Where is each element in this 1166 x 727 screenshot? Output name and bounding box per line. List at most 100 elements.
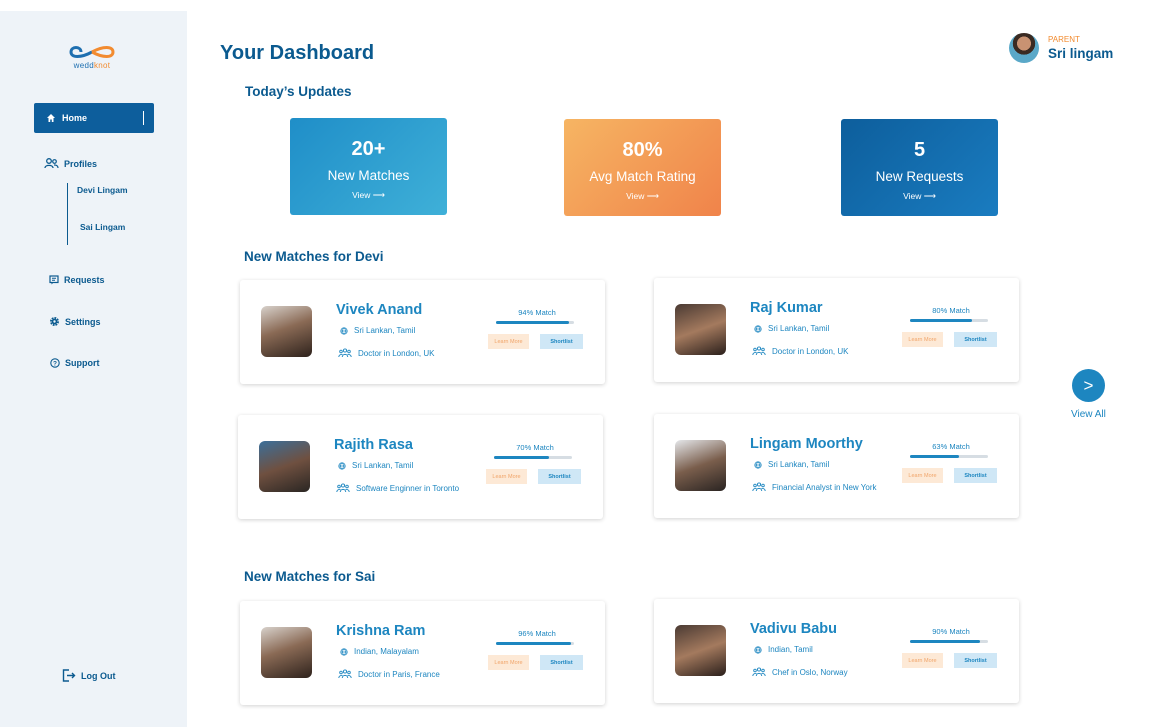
profile-photo[interactable] (675, 440, 726, 491)
svg-text:?: ? (53, 361, 57, 368)
match-job: Financial Analyst in New York (752, 482, 877, 492)
shortlist-button[interactable]: Shortlist (540, 334, 583, 349)
user-profile[interactable]: PARENT Sri lingam (1009, 33, 1113, 63)
match-job-text: Chef in Oslo, Norway (772, 667, 848, 677)
sidebar-item-profiles-label: Profiles (64, 158, 98, 169)
logout-icon (62, 669, 76, 682)
learn-more-button[interactable]: Learn More (486, 469, 527, 484)
learn-more-button[interactable]: Learn More (488, 655, 529, 670)
match-progress-track (496, 642, 574, 645)
match-progress-fill (910, 640, 981, 643)
arrow-right-icon: ⟶ (923, 191, 936, 201)
match-job-text: Doctor in London, UK (772, 346, 849, 356)
stat-view-label: View (626, 191, 645, 201)
team-icon (752, 482, 766, 492)
users-icon (44, 158, 59, 169)
profile-photo[interactable] (259, 441, 310, 492)
sidebar-subitem-devi-lingam[interactable]: Devi Lingam (77, 185, 128, 195)
profile-photo[interactable] (261, 306, 312, 357)
page-title: Your Dashboard (220, 42, 375, 64)
learn-more-button[interactable]: Learn More (902, 468, 943, 483)
match-percent: 70% Match (516, 443, 554, 452)
shortlist-button[interactable]: Shortlist (954, 653, 997, 668)
match-card[interactable]: Raj Kumar Sri Lankan, Tamil Doctor in Lo… (654, 278, 1019, 382)
learn-more-button[interactable]: Learn More (902, 653, 943, 668)
globe-icon (338, 461, 346, 470)
profiles-tree-line (67, 183, 68, 245)
match-progress-fill (494, 456, 549, 459)
shortlist-button[interactable]: Shortlist (954, 468, 997, 483)
shortlist-button[interactable]: Shortlist (538, 469, 581, 484)
brand-logo[interactable]: weddknot (67, 43, 117, 83)
stat-card-new-requests[interactable]: 5 New Requests View ⟶ (841, 119, 998, 216)
stat-card-avg-match[interactable]: 80% Avg Match Rating View ⟶ (564, 119, 721, 216)
stat-view-link[interactable]: View ⟶ (564, 191, 721, 202)
stat-view-link[interactable]: View ⟶ (841, 191, 998, 202)
match-card[interactable]: Krishna Ram Indian, Malayalam Doctor in … (240, 601, 605, 705)
match-job: Doctor in London, UK (752, 346, 849, 356)
sidebar-item-settings-label: Settings (65, 316, 101, 327)
learn-more-button[interactable]: Learn More (488, 334, 529, 349)
app-root: weddknot Home Profiles Devi Lingam Sai L… (0, 0, 1166, 727)
team-icon (752, 346, 766, 356)
match-job: Doctor in London, UK (338, 348, 435, 358)
match-progress-track (494, 456, 572, 459)
match-origin-text: Indian, Malayalam (354, 647, 419, 656)
devi-matches-title: New Matches for Devi (244, 249, 384, 264)
brand-part1: wedd (73, 61, 94, 70)
profile-photo[interactable] (675, 304, 726, 355)
profile-photo[interactable] (675, 625, 726, 676)
learn-more-button[interactable]: Learn More (902, 332, 943, 347)
match-name[interactable]: Lingam Moorthy (750, 436, 863, 452)
shortlist-button[interactable]: Shortlist (954, 332, 997, 347)
stat-label: New Matches (327, 168, 410, 183)
sidebar-item-support[interactable]: ? Support (50, 358, 100, 368)
match-name[interactable]: Krishna Ram (336, 623, 425, 639)
active-indicator (143, 111, 144, 125)
sidebar-item-profiles[interactable]: Profiles (44, 158, 97, 169)
stat-view-label: View (903, 191, 922, 201)
sidebar-subitem-sai-lingam[interactable]: Sai Lingam (80, 222, 125, 232)
match-progress-track (910, 640, 988, 643)
sidebar-item-settings[interactable]: Settings (49, 316, 101, 327)
infinity-logo-icon (69, 46, 115, 58)
match-card[interactable]: Vivek Anand Sri Lankan, Tamil Doctor in … (240, 280, 605, 384)
match-card[interactable]: Lingam Moorthy Sri Lankan, Tamil Financi… (654, 414, 1019, 518)
team-icon (338, 669, 352, 679)
user-role: PARENT (1048, 35, 1080, 44)
view-all-button[interactable]: > (1072, 369, 1105, 402)
team-icon (338, 348, 352, 358)
match-origin-text: Sri Lankan, Tamil (768, 324, 830, 333)
match-name[interactable]: Vivek Anand (336, 302, 422, 318)
match-origin-text: Indian, Tamil (768, 645, 813, 654)
profile-photo[interactable] (261, 627, 312, 678)
sidebar-item-home[interactable]: Home (34, 103, 154, 133)
match-job-text: Financial Analyst in New York (772, 482, 877, 492)
logout-button[interactable]: Log Out (62, 669, 116, 682)
stat-card-new-matches[interactable]: 20+ New Matches View ⟶ (290, 118, 447, 215)
match-job-text: Software Enginner in Toronto (356, 483, 460, 493)
match-progress-track (910, 319, 988, 322)
user-name: Sri lingam (1048, 46, 1114, 61)
globe-icon (340, 326, 348, 335)
match-job: Doctor in Paris, France (338, 669, 440, 679)
team-icon (752, 667, 766, 677)
match-card[interactable]: Rajith Rasa Sri Lankan, Tamil Software E… (238, 415, 603, 519)
stat-view-link[interactable]: View ⟶ (290, 190, 447, 201)
match-percent: 63% Match (932, 442, 970, 451)
shortlist-button[interactable]: Shortlist (540, 655, 583, 670)
match-origin-text: Sri Lankan, Tamil (352, 461, 414, 470)
gear-icon (50, 317, 59, 326)
brand-part2: knot (94, 61, 111, 70)
home-icon (47, 114, 55, 122)
match-name[interactable]: Rajith Rasa (334, 437, 413, 453)
arrow-right-icon: ⟶ (646, 191, 659, 201)
match-origin-text: Sri Lankan, Tamil (354, 326, 416, 335)
sai-matches-title: New Matches for Sai (244, 569, 376, 584)
match-origin-text: Sri Lankan, Tamil (768, 460, 830, 469)
match-card[interactable]: Vadivu Babu Indian, Tamil Chef in Oslo, … (654, 599, 1019, 703)
sidebar-item-requests[interactable]: Requests (49, 275, 105, 285)
match-name[interactable]: Raj Kumar (750, 300, 823, 316)
view-all-link[interactable]: View All (1071, 409, 1106, 420)
match-name[interactable]: Vadivu Babu (750, 621, 837, 637)
